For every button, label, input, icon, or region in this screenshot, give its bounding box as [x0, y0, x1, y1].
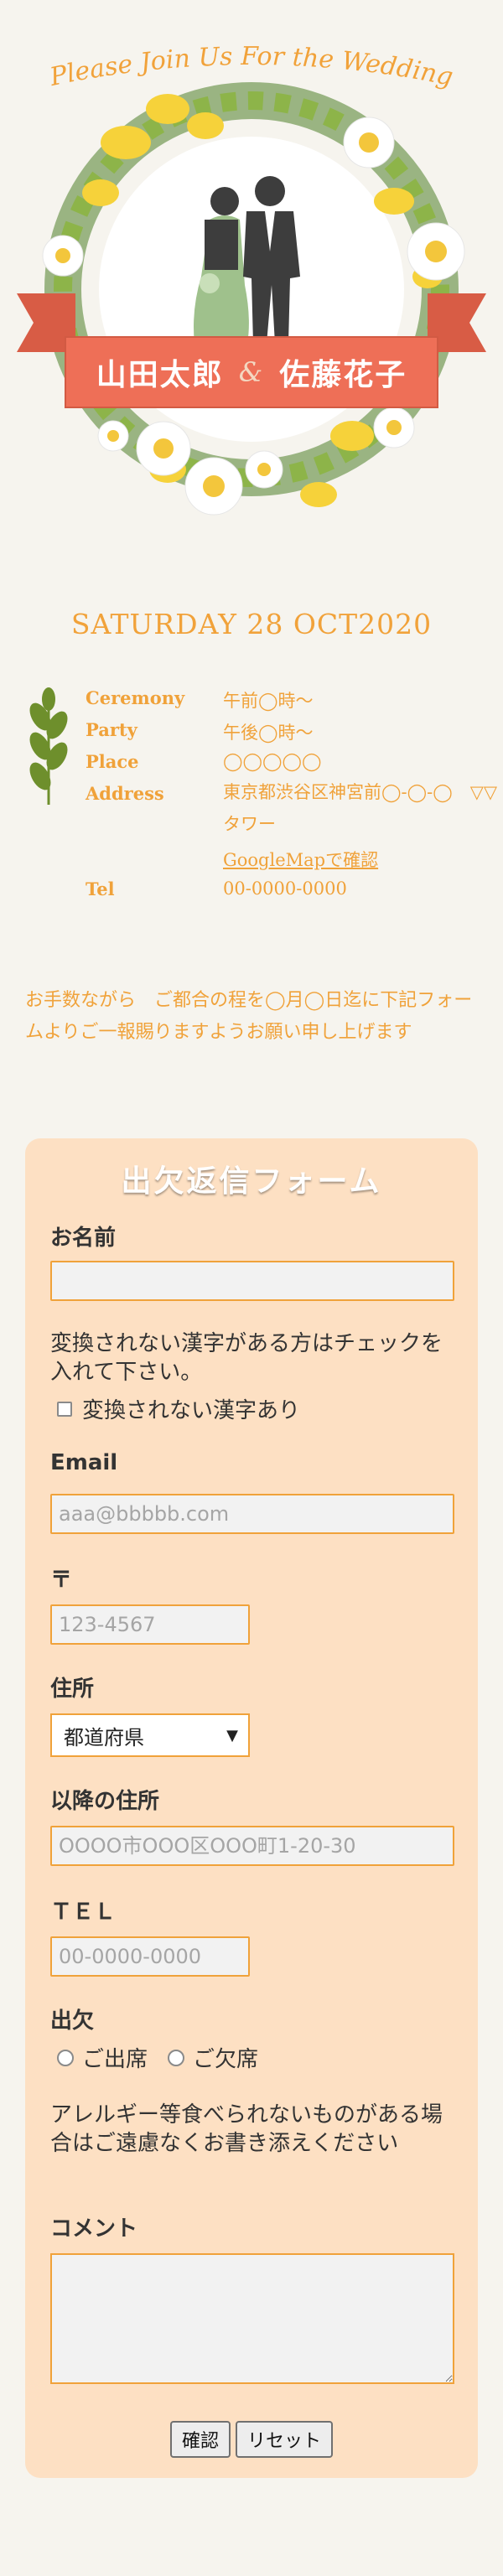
confirm-button[interactable]: 確認 [169, 2421, 231, 2458]
bride-name: 佐藤花子 [279, 357, 407, 392]
ceremony-label: Ceremony [86, 687, 185, 708]
rsvp-form: 出欠返信フォーム お名前 変換されない漢字がある方はチェックを入れて下さい。 変… [25, 1138, 478, 2478]
prefecture-select[interactable]: 都道府県 ▼ [50, 1713, 250, 1757]
svg-text:Please Join Us For the Wedding: Please Join Us For the Wedding [47, 42, 456, 92]
wedding-date: SATURDAY 28 OCT2020 [70, 608, 433, 640]
email-input[interactable] [50, 1494, 454, 1534]
allergy-note: アレルギー等食べられないものがある場合はご遠慮なくお書き添えください [50, 2102, 443, 2156]
kanji-checkbox-row[interactable]: 変換されない漢字あり [57, 1393, 300, 1424]
party-value: 午後◯時～ [223, 723, 314, 743]
reply-notice: お手数ながら ご都合の程を◯月◯日迄に下記フォームよりご一報賜りますようお願い申… [25, 990, 473, 1043]
tel-label: ＴＥＬ [50, 1900, 117, 1925]
tel-value: 00-0000-0000 [223, 879, 347, 899]
attend-no-label: ご欠席 [193, 2047, 259, 2072]
comment-textarea[interactable] [50, 2253, 454, 2384]
comment-label: コメント [50, 2216, 138, 2242]
party-label: Party [86, 719, 137, 740]
reset-button[interactable]: リセット [236, 2421, 334, 2458]
attend-yes-label: ご出席 [82, 2047, 148, 2072]
invite-script-title: Please Join Us For the Wedding [47, 42, 456, 92]
address-value: 東京都渋谷区神宮前◯-◯-◯ ▽▽タワー [223, 782, 497, 834]
attend-no-radio[interactable] [168, 2049, 185, 2066]
google-map-link[interactable]: GoogleMapで確認 [223, 850, 378, 870]
address-label: Address [86, 783, 164, 804]
form-buttons: 確認 リセット [25, 2421, 478, 2458]
address-label: 以降の住所 [50, 1789, 160, 1814]
couple-names: 山田太郎 & 佐藤花子 [65, 337, 438, 407]
attend-yes-option[interactable]: ご出席 [57, 2042, 148, 2073]
kanji-note: 変換されない漢字がある方はチェックを入れて下さい。 [50, 1331, 443, 1385]
attend-yes-radio[interactable] [57, 2049, 74, 2066]
prefecture-select-value: 都道府県 [64, 1725, 144, 1749]
pref-label: 住所 [50, 1677, 95, 1702]
place-value: ◯◯◯◯◯ [223, 751, 322, 771]
chevron-down-icon: ▼ [226, 1727, 238, 1744]
leaf-branch-icon [29, 687, 68, 805]
ceremony-value: 午前◯時～ [223, 691, 314, 711]
kanji-checkbox[interactable] [57, 1401, 72, 1417]
hero-section: Please Join Us For the Wedding 山田太郎 & 佐藤… [0, 0, 503, 553]
attend-no-option[interactable]: ご欠席 [168, 2042, 258, 2073]
email-label: Email [50, 1450, 118, 1475]
address-input[interactable] [50, 1826, 454, 1866]
ampersand: & [238, 356, 265, 388]
attendance-radio-group: ご出席 ご欠席 [57, 2042, 270, 2073]
groom-name: 山田太郎 [96, 357, 224, 392]
form-title: 出欠返信フォーム [121, 1164, 382, 1199]
zip-label: 〒 [50, 1568, 73, 1593]
name-label: お名前 [50, 1226, 117, 1251]
tel-input[interactable] [50, 1936, 250, 1977]
name-input[interactable] [50, 1261, 454, 1301]
place-label: Place [86, 751, 139, 772]
zip-input[interactable] [50, 1604, 250, 1645]
tel-label: Tel [86, 879, 115, 899]
attend-label: 出欠 [50, 2008, 95, 2034]
kanji-checkbox-label: 変換されない漢字あり [82, 1398, 301, 1423]
